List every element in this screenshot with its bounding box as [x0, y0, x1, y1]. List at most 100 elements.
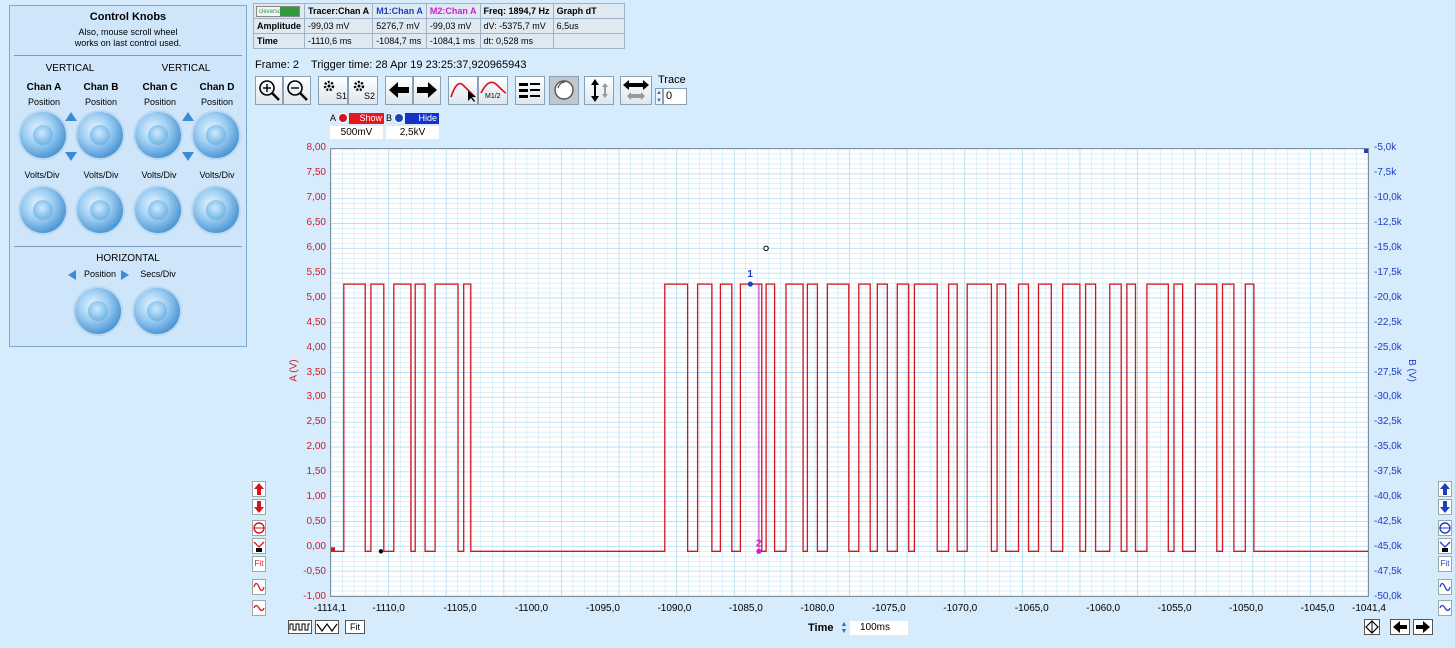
b-scale-down-button[interactable]	[1438, 499, 1452, 515]
x-axis-tick-label: -1105,0	[443, 603, 477, 614]
trace-spinner[interactable]: ▲ ▼	[655, 88, 663, 105]
m2-header: M2:Chan A	[425, 3, 481, 19]
time-per-div-input[interactable]: 100ms	[850, 621, 908, 635]
arrow-up-icon	[254, 483, 264, 495]
x-axis-tick-label: -1050,0	[1229, 603, 1264, 614]
center-button[interactable]	[252, 520, 266, 536]
settings-s2-button[interactable]: S2	[348, 76, 378, 105]
frame-trigger-info: Frame: 2 Trigger time: 28 Apr 19 23:25:3…	[255, 59, 527, 71]
chan-c-position-knob[interactable]	[135, 112, 181, 158]
channel-a-show-button[interactable]: Show	[349, 113, 384, 124]
offset-button[interactable]	[252, 538, 266, 554]
chan-d-position-knob[interactable]	[193, 112, 239, 158]
x-axis-tick-label: -1055,0	[1157, 603, 1192, 614]
plot-area[interactable]: 12	[330, 148, 1369, 597]
position-left-arrow-icon[interactable]	[68, 270, 76, 280]
graph-dt-header: Graph dT	[552, 3, 625, 19]
scroll-right-button[interactable]	[413, 76, 441, 105]
b-center-button[interactable]	[1438, 520, 1452, 536]
time-compress-button[interactable]	[288, 620, 312, 634]
tracer-dot[interactable]	[378, 549, 384, 554]
x-axis-tick-label: -1065,0	[1014, 603, 1049, 614]
left-axis-tick-label: 2,50	[306, 416, 326, 428]
chan-d-volts-knob[interactable]	[193, 187, 239, 233]
page-left-button[interactable]	[1390, 619, 1410, 635]
scroll-left-button[interactable]	[385, 76, 413, 105]
right-axis-title: B (V)	[1405, 359, 1417, 382]
chan-a-position-knob[interactable]	[20, 112, 66, 158]
divider	[14, 55, 242, 56]
marker-1-dot[interactable]	[747, 281, 753, 287]
vertical-label-left: VERTICAL	[45, 63, 95, 74]
horizontal-position-knob[interactable]	[75, 288, 121, 334]
settings-s1-button[interactable]: S1	[318, 76, 348, 105]
empty-cell	[552, 33, 625, 49]
fit-right-button[interactable]: Fit	[1438, 556, 1452, 572]
m12-label: M1/2	[485, 93, 501, 100]
left-axis-tick-label: -0,50	[303, 566, 326, 578]
display-list-button[interactable]	[515, 76, 545, 105]
chan-cd-down-arrow-icon[interactable]	[182, 152, 194, 161]
knobs-subtitle-1: Also, mouse scroll wheel	[78, 27, 178, 37]
b-waveform-button[interactable]	[1438, 579, 1452, 595]
right-axis-tick-label: -30,0k	[1374, 391, 1402, 403]
tracer-header: Tracer:Chan A	[303, 3, 374, 19]
zoom-out-button[interactable]	[283, 76, 311, 105]
channel-a-scale[interactable]: 500mV	[330, 126, 383, 139]
time-axis-label: Time	[808, 622, 834, 634]
scale-up-button[interactable]	[252, 481, 266, 497]
chan-b-position-knob[interactable]	[77, 112, 123, 158]
waveform-button[interactable]	[252, 579, 266, 595]
waveform-graph[interactable]: 12	[330, 148, 1369, 597]
chan-a-position-label: Position	[27, 97, 61, 107]
chan-ab-up-arrow-icon[interactable]	[65, 112, 77, 121]
divider	[14, 246, 242, 247]
table-row: Time -1110,6 ms -1084,7 ms -1084,1 ms dt…	[253, 33, 625, 49]
chan-a-volts-knob[interactable]	[20, 187, 66, 233]
channel-b-scale[interactable]: 2,5kV	[386, 126, 439, 139]
freq-header: Freq: 1894,7 Hz	[479, 3, 554, 19]
waveform-alt-button[interactable]	[252, 600, 266, 616]
marker-m1-button[interactable]	[448, 76, 478, 105]
marker-m12-button[interactable]: M1/2	[478, 76, 508, 105]
chan-d-position-label: Position	[200, 97, 234, 107]
sine-wave-icon	[253, 582, 265, 592]
left-axis-tick-label: 5,00	[306, 291, 326, 303]
zoom-in-button[interactable]	[255, 76, 283, 105]
right-axis-tick-label: -25,0k	[1374, 341, 1402, 353]
time-spinner[interactable]: ▲ ▼	[840, 621, 848, 635]
tracer-time: -1110,6 ms	[303, 33, 374, 49]
position-right-arrow-icon[interactable]	[121, 270, 129, 280]
channel-a-level-marker[interactable]	[331, 547, 335, 552]
page-right-button[interactable]	[1413, 619, 1433, 635]
marker-cursor-icon	[450, 82, 476, 102]
fit-time-button[interactable]: Fit	[345, 620, 365, 634]
secs-div-knob[interactable]	[134, 288, 180, 334]
knobs-title: Control Knobs	[89, 11, 167, 23]
b-scale-up-button[interactable]	[1438, 481, 1452, 497]
right-axis-tick-label: -27,5k	[1374, 366, 1402, 378]
target-icon	[253, 522, 265, 534]
chan-d-label: Chan D	[199, 82, 235, 93]
horizontal-scale-button[interactable]	[620, 76, 652, 105]
marker-2-dot[interactable]	[756, 548, 762, 554]
m2-amplitude: -99,03 mV	[425, 18, 481, 34]
m1-header: M1:Chan A	[372, 3, 427, 19]
cursor-mode-button[interactable]	[1364, 619, 1380, 635]
time-expand-button[interactable]	[315, 620, 339, 634]
channel-b-hide-button[interactable]: Hide	[405, 113, 439, 124]
vertical-scale-button[interactable]	[584, 76, 614, 105]
fit-left-button[interactable]: Fit	[252, 556, 266, 572]
chan-c-volts-knob[interactable]	[135, 187, 181, 233]
b-offset-button[interactable]	[1438, 538, 1452, 554]
b-waveform-alt-button[interactable]	[1438, 600, 1452, 616]
chan-b-volts-knob[interactable]	[77, 187, 123, 233]
scale-down-button[interactable]	[252, 499, 266, 515]
chan-ab-down-arrow-icon[interactable]	[65, 152, 77, 161]
chan-cd-up-arrow-icon[interactable]	[182, 112, 194, 121]
auto-scale-button[interactable]	[549, 76, 579, 105]
channel-b-level-marker[interactable]	[1364, 149, 1368, 153]
x-axis-tick-label: -1085,0	[728, 603, 763, 614]
trace-input[interactable]: 0	[663, 88, 687, 105]
cursor-circle[interactable]	[763, 245, 769, 252]
